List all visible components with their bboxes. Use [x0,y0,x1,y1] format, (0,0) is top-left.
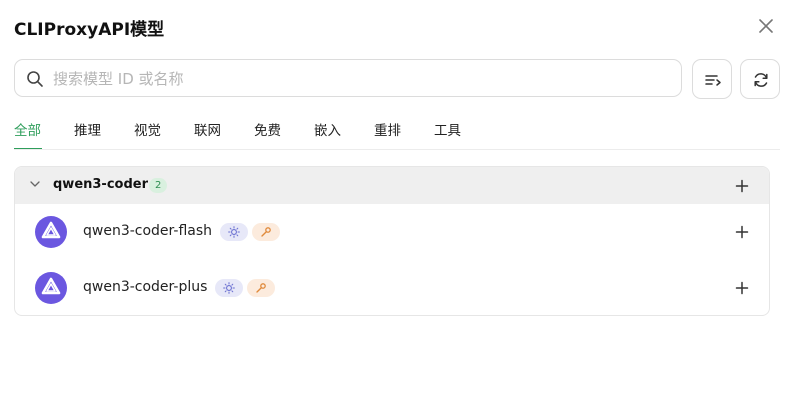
add-model-icon[interactable] [735,281,749,295]
wrench-icon [256,283,266,293]
search-box[interactable] [14,59,682,97]
tools-capability-badge [247,279,275,297]
vision-capability-badge [220,223,248,241]
vision-capability-badge [215,279,243,297]
qwen-logo-icon [35,216,67,248]
refresh-button[interactable] [740,59,780,99]
close-button[interactable] [757,17,775,35]
model-row[interactable]: qwen3-coder-flash [15,204,769,260]
model-group-header[interactable]: qwen3-coder 2 [15,167,769,204]
tab-rerank[interactable]: 重排 [374,119,401,139]
group-name: qwen3-coder [53,177,148,192]
tab-vision[interactable]: 视觉 [134,119,161,139]
search-icon [27,71,43,87]
wrench-icon [261,227,271,237]
close-icon [759,19,773,33]
sun-icon [223,282,235,294]
search-input[interactable] [51,66,675,92]
tab-embedding[interactable]: 嵌入 [314,119,341,139]
model-name: qwen3-coder-flash [83,223,213,239]
tab-web[interactable]: 联网 [194,119,221,139]
tab-all[interactable]: 全部 [14,119,41,139]
page-title: CLIProxyAPI模型 [14,20,165,40]
add-group-icon[interactable] [735,179,749,193]
chevron-down-icon[interactable] [30,180,40,188]
qwen-logo-icon [35,272,67,304]
sun-icon [228,226,240,238]
add-model-icon[interactable] [735,225,749,239]
refresh-icon [754,73,768,87]
tab-tools[interactable]: 工具 [434,119,461,139]
category-tabs: 全部 推理 视觉 联网 免费 嵌入 重排 工具 [0,111,780,151]
model-row[interactable]: qwen3-coder-plus [15,260,769,315]
tools-capability-badge [252,223,280,241]
sort-list-icon [705,75,721,86]
tab-reasoning[interactable]: 推理 [74,119,101,139]
sort-button[interactable] [692,59,732,99]
tab-free[interactable]: 免费 [254,119,281,139]
model-group: qwen3-coder 2 qwen3-coder-flash qwen3-co… [14,166,770,316]
tabs-divider [14,149,780,150]
group-count-badge: 2 [149,178,168,193]
model-name: qwen3-coder-plus [83,279,208,295]
